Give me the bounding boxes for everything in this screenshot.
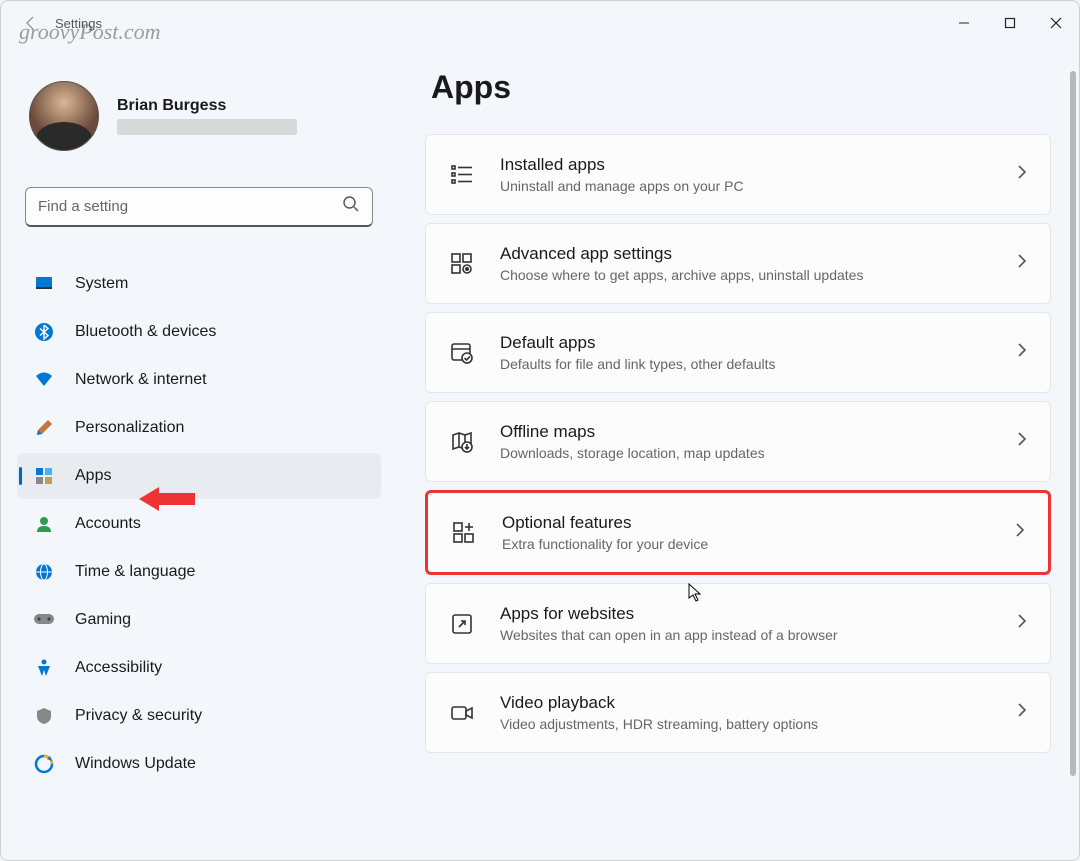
sidebar-item-label: Gaming [75, 611, 131, 629]
sidebar-item-network[interactable]: Network & internet [17, 357, 381, 403]
sidebar-item-label: Accessibility [75, 659, 162, 677]
card-title: Advanced app settings [500, 244, 992, 264]
card-offline-maps[interactable]: Offline maps Downloads, storage location,… [425, 401, 1051, 482]
card-sub: Websites that can open in an app instead… [500, 627, 992, 643]
sidebar-item-label: Personalization [75, 419, 184, 437]
chevron-right-icon [1016, 342, 1028, 363]
browser-check-icon [448, 339, 476, 367]
sidebar-item-label: System [75, 275, 128, 293]
card-sub: Downloads, storage location, map updates [500, 445, 992, 461]
apps-icon [33, 465, 55, 487]
sidebar-item-system[interactable]: System [17, 261, 381, 307]
search-box[interactable] [25, 187, 373, 227]
wifi-icon [33, 369, 55, 391]
sidebar-item-bluetooth[interactable]: Bluetooth & devices [17, 309, 381, 355]
close-button[interactable] [1033, 7, 1079, 39]
sidebar-item-update[interactable]: Windows Update [17, 741, 381, 787]
sidebar-item-privacy[interactable]: Privacy & security [17, 693, 381, 739]
avatar [29, 81, 99, 151]
bluetooth-icon [33, 321, 55, 343]
chevron-right-icon [1016, 613, 1028, 634]
globe-clock-icon [33, 561, 55, 583]
chevron-right-icon [1016, 702, 1028, 723]
minimize-button[interactable] [941, 7, 987, 39]
sidebar-item-label: Network & internet [75, 371, 207, 389]
card-sub: Video adjustments, HDR streaming, batter… [500, 716, 992, 732]
page-title: Apps [425, 69, 1051, 106]
card-installed-apps[interactable]: Installed apps Uninstall and manage apps … [425, 134, 1051, 215]
card-title: Apps for websites [500, 604, 992, 624]
chevron-right-icon [1016, 253, 1028, 274]
sidebar-item-gaming[interactable]: Gaming [17, 597, 381, 643]
shield-icon [33, 705, 55, 727]
video-icon [448, 699, 476, 727]
nav-list: System Bluetooth & devices Network & int… [17, 251, 381, 787]
profile-name: Brian Burgess [117, 97, 297, 115]
sidebar-item-label: Privacy & security [75, 707, 202, 725]
profile-section[interactable]: Brian Burgess [17, 57, 381, 171]
card-title: Offline maps [500, 422, 992, 442]
chevron-right-icon [1016, 431, 1028, 452]
card-apps-for-websites[interactable]: Apps for websites Websites that can open … [425, 583, 1051, 664]
card-default-apps[interactable]: Default apps Defaults for file and link t… [425, 312, 1051, 393]
grid-gear-icon [448, 250, 476, 278]
card-title: Installed apps [500, 155, 992, 175]
system-icon [33, 273, 55, 295]
person-icon [33, 513, 55, 535]
back-button[interactable] [21, 13, 41, 33]
main-content: Apps Installed apps Uninstall and manage … [397, 45, 1079, 860]
gamepad-icon [33, 609, 55, 631]
settings-window: groovyPost.com Settings Brian Burgess [0, 0, 1080, 861]
card-sub: Choose where to get apps, archive apps, … [500, 267, 992, 283]
grid-plus-icon [450, 519, 478, 547]
sidebar-item-apps[interactable]: Apps [17, 453, 381, 499]
sidebar: Brian Burgess System [1, 45, 397, 860]
card-sub: Defaults for file and link types, other … [500, 356, 992, 372]
titlebar: Settings [1, 1, 1079, 45]
sidebar-item-personalization[interactable]: Personalization [17, 405, 381, 451]
list-icon [448, 161, 476, 189]
sidebar-item-label: Bluetooth & devices [75, 323, 216, 341]
search-icon [342, 195, 360, 218]
update-icon [33, 753, 55, 775]
profile-email-redacted [117, 119, 297, 135]
chevron-right-icon [1016, 164, 1028, 185]
window-title: Settings [55, 16, 102, 31]
card-title: Default apps [500, 333, 992, 353]
map-download-icon [448, 428, 476, 456]
sidebar-item-label: Time & language [75, 563, 195, 581]
maximize-button[interactable] [987, 7, 1033, 39]
sidebar-item-label: Apps [75, 467, 111, 485]
card-title: Video playback [500, 693, 992, 713]
chevron-right-icon [1014, 522, 1026, 543]
card-sub: Extra functionality for your device [502, 536, 990, 552]
sidebar-item-label: Windows Update [75, 755, 196, 773]
card-sub: Uninstall and manage apps on your PC [500, 178, 992, 194]
card-optional-features[interactable]: Optional features Extra functionality for… [425, 490, 1051, 575]
search-input[interactable] [38, 198, 332, 215]
card-advanced-app-settings[interactable]: Advanced app settings Choose where to get… [425, 223, 1051, 304]
sidebar-item-time-language[interactable]: Time & language [17, 549, 381, 595]
open-external-icon [448, 610, 476, 638]
scrollbar[interactable] [1070, 71, 1076, 854]
settings-cards: Installed apps Uninstall and manage apps … [425, 134, 1051, 753]
accessibility-icon [33, 657, 55, 679]
card-title: Optional features [502, 513, 990, 533]
card-video-playback[interactable]: Video playback Video adjustments, HDR str… [425, 672, 1051, 753]
brush-icon [33, 417, 55, 439]
sidebar-item-accessibility[interactable]: Accessibility [17, 645, 381, 691]
sidebar-item-accounts[interactable]: Accounts [17, 501, 381, 547]
sidebar-item-label: Accounts [75, 515, 141, 533]
